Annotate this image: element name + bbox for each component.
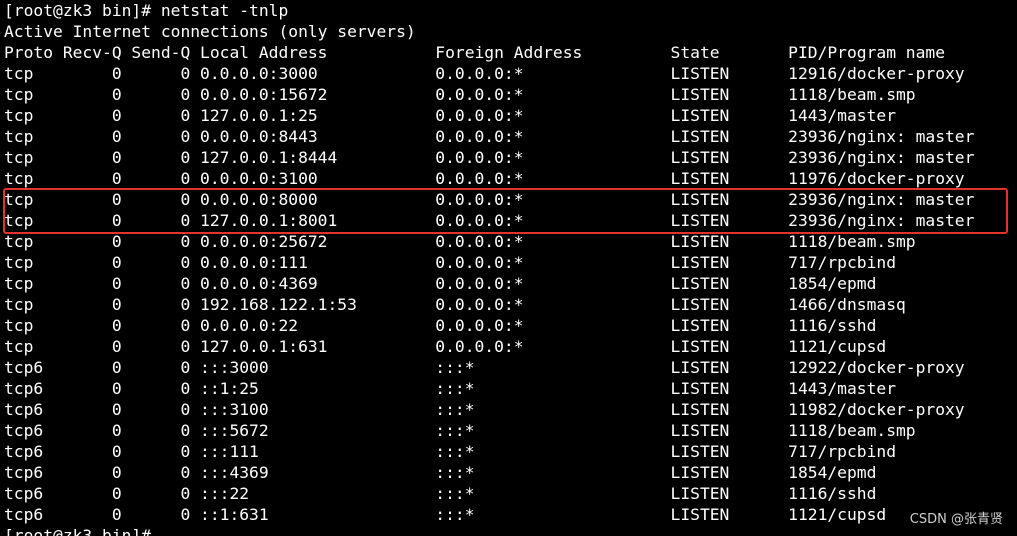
table-row: tcp6 0 0 ::1:25 :::* LISTEN 1443/master: [4, 379, 896, 398]
table-row: tcp 0 0 0.0.0.0:22 0.0.0.0:* LISTEN 1116…: [4, 316, 877, 335]
terminal-output: [root@zk3 bin]# netstat -tnlp Active Int…: [4, 0, 1017, 536]
table-row: tcp 0 0 127.0.0.1:8444 0.0.0.0:* LISTEN …: [4, 148, 975, 167]
table-row: tcp6 0 0 :::5672 :::* LISTEN 1118/beam.s…: [4, 421, 916, 440]
command-line: [root@zk3 bin]# netstat -tnlp: [4, 1, 289, 20]
table-row: tcp 0 0 127.0.0.1:25 0.0.0.0:* LISTEN 14…: [4, 106, 896, 125]
table-row: tcp 0 0 0.0.0.0:3100 0.0.0.0:* LISTEN 11…: [4, 169, 965, 188]
table-row: tcp 0 0 0.0.0.0:15672 0.0.0.0:* LISTEN 1…: [4, 85, 916, 104]
table-row: tcp6 0 0 :::3000 :::* LISTEN 12922/docke…: [4, 358, 965, 377]
table-row: tcp6 0 0 :::4369 :::* LISTEN 1854/epmd: [4, 463, 877, 482]
table-row: tcp 0 0 0.0.0.0:8443 0.0.0.0:* LISTEN 23…: [4, 127, 975, 146]
table-row: tcp 0 0 0.0.0.0:25672 0.0.0.0:* LISTEN 1…: [4, 232, 916, 251]
table-header: Proto Recv-Q Send-Q Local Address Foreig…: [4, 43, 946, 62]
table-row: tcp 0 0 0.0.0.0:4369 0.0.0.0:* LISTEN 18…: [4, 274, 877, 293]
final-prompt: [root@zk3 bin]#: [4, 526, 152, 536]
table-row: tcp 0 0 0.0.0.0:3000 0.0.0.0:* LISTEN 12…: [4, 64, 965, 83]
table-row: tcp6 0 0 :::3100 :::* LISTEN 11982/docke…: [4, 400, 965, 419]
table-row: tcp6 0 0 :::22 :::* LISTEN 1116/sshd: [4, 484, 877, 503]
table-row: tcp 0 0 0.0.0.0:111 0.0.0.0:* LISTEN 717…: [4, 253, 896, 272]
table-row: tcp6 0 0 :::111 :::* LISTEN 717/rpcbind: [4, 442, 896, 461]
table-row: tcp 0 0 192.168.122.1:53 0.0.0.0:* LISTE…: [4, 295, 906, 314]
table-row: tcp 0 0 127.0.0.1:631 0.0.0.0:* LISTEN 1…: [4, 337, 887, 356]
info-line: Active Internet connections (only server…: [4, 22, 416, 41]
table-row: tcp6 0 0 ::1:631 :::* LISTEN 1121/cupsd: [4, 505, 887, 524]
highlight-box: [3, 188, 1008, 234]
watermark: CSDN @张青贤: [909, 512, 1003, 527]
